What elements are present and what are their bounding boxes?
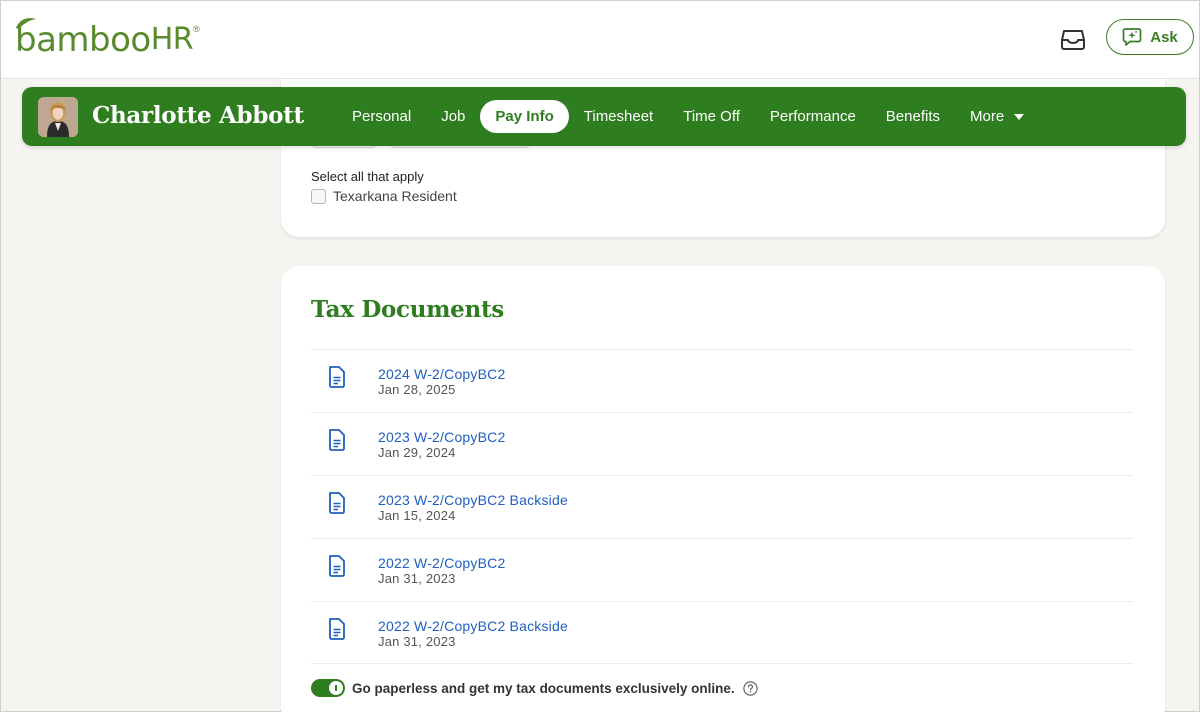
tab-personal[interactable]: Personal (337, 100, 426, 133)
list-item: 2022 W-2/CopyBC2 Backside Jan 31, 2023 (311, 601, 1133, 664)
bamboohr-logo[interactable]: bamboo HR ® (15, 18, 200, 58)
list-item: 2024 W-2/CopyBC2 Jan 28, 2025 (311, 349, 1133, 412)
tab-label: More (970, 108, 1005, 125)
top-header: bamboo HR ® Ask (1, 1, 1199, 79)
tab-job[interactable]: Job (426, 100, 480, 133)
tab-label: Time Off (683, 108, 740, 125)
paperless-label: Go paperless and get my tax documents ex… (352, 680, 735, 696)
document-link[interactable]: 2022 W-2/CopyBC2 (378, 555, 505, 571)
texarkana-resident-checkbox[interactable] (311, 188, 326, 204)
tab-more[interactable]: More (955, 100, 1039, 133)
employee-header-bar: Charlotte Abbott Personal Job Pay Info T… (22, 87, 1186, 146)
tab-time-off[interactable]: Time Off (668, 100, 755, 133)
tab-label: Benefits (885, 108, 940, 125)
document-icon (329, 492, 345, 514)
list-item: 2022 W-2/CopyBC2 Jan 31, 2023 (311, 538, 1133, 601)
list-item: 2023 W-2/CopyBC2 Jan 29, 2024 (311, 412, 1133, 475)
tab-label: Performance (769, 108, 856, 125)
avatar-photo (38, 97, 78, 137)
texarkana-resident-option[interactable]: Texarkana Resident (311, 188, 457, 204)
tab-timesheet[interactable]: Timesheet (569, 100, 668, 133)
paperless-setting: Go paperless and get my tax documents ex… (311, 679, 758, 697)
document-icon (329, 618, 345, 640)
sparkle-chat-icon (1122, 28, 1142, 46)
document-icon (329, 366, 345, 388)
list-item: 2023 W-2/CopyBC2 Backside Jan 15, 2024 (311, 475, 1133, 538)
logo-hr: HR (150, 22, 194, 57)
caret-down-icon (1014, 113, 1025, 120)
tab-label: Personal (352, 108, 412, 125)
tax-documents-card: Tax Documents 2024 W-2/CopyBC2 Jan 28, 2… (281, 266, 1165, 712)
document-icon (329, 429, 345, 451)
avatar[interactable] (38, 97, 78, 137)
document-link[interactable]: 2023 W-2/CopyBC2 Backside (378, 492, 568, 508)
inbox-button[interactable] (1059, 26, 1087, 52)
document-link[interactable]: 2023 W-2/CopyBC2 (378, 429, 505, 445)
ask-button-label: Ask (1150, 28, 1178, 46)
logo-registered-mark: ® (193, 24, 200, 34)
select-all-label: Select all that apply (311, 169, 424, 184)
tab-label: Pay Info (495, 108, 554, 125)
tax-documents-title: Tax Documents (311, 296, 504, 323)
tab-benefits[interactable]: Benefits (871, 100, 955, 133)
employee-tabs: Personal Job Pay Info Timesheet Time Off… (337, 100, 1039, 133)
document-date: Jan 28, 2025 (378, 382, 456, 397)
paperless-toggle[interactable] (311, 679, 345, 697)
document-link[interactable]: 2024 W-2/CopyBC2 (378, 366, 505, 382)
document-date: Jan 29, 2024 (378, 445, 456, 460)
tab-label: Job (441, 108, 466, 125)
tab-pay-info[interactable]: Pay Info (480, 100, 569, 133)
texarkana-resident-label: Texarkana Resident (333, 188, 457, 204)
help-button[interactable] (742, 680, 758, 696)
document-date: Jan 31, 2023 (378, 634, 456, 649)
inbox-tray-icon (1061, 29, 1085, 50)
toggle-knob (329, 681, 343, 695)
tab-performance[interactable]: Performance (755, 100, 871, 133)
question-circle-icon (742, 680, 758, 696)
employee-name: Charlotte Abbott (92, 102, 304, 129)
tab-label: Timesheet (583, 108, 654, 125)
ask-button[interactable]: Ask (1106, 19, 1194, 55)
leaf-icon (16, 18, 36, 29)
document-link[interactable]: 2022 W-2/CopyBC2 Backside (378, 618, 568, 634)
document-date: Jan 15, 2024 (378, 508, 456, 523)
tax-documents-list: 2024 W-2/CopyBC2 Jan 28, 2025 2023 W-2/C… (311, 349, 1133, 664)
document-icon (329, 555, 345, 577)
document-date: Jan 31, 2023 (378, 571, 456, 586)
